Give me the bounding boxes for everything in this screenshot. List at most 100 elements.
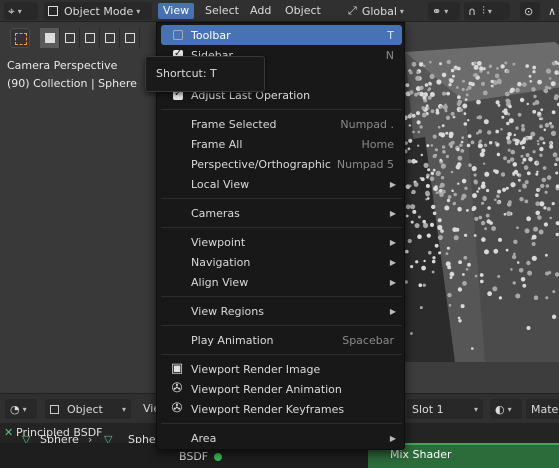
shortcut-label: Home bbox=[361, 137, 394, 151]
snap-icon: ⫶ bbox=[482, 4, 485, 17]
select-intersect-button[interactable] bbox=[120, 28, 140, 48]
menu-item-play-animation[interactable]: Play Animation Spacebar bbox=[161, 330, 402, 350]
viewport-3d-icon: ⌖ bbox=[8, 3, 15, 18]
menu-item-viewport-render-image[interactable]: ▣ Viewport Render Image bbox=[161, 359, 402, 379]
menu-object[interactable]: Object bbox=[280, 3, 326, 19]
menu-item-label: Cameras bbox=[191, 206, 240, 220]
select-invert-button[interactable] bbox=[100, 28, 120, 48]
menu-separator bbox=[161, 109, 402, 110]
menu-item-perspective-orthographic[interactable]: Perspective/Orthographic Numpad 5 bbox=[161, 154, 402, 174]
render-image-icon: ▣ bbox=[170, 361, 184, 376]
toolbar-checkbox[interactable] bbox=[173, 30, 183, 40]
menu-item-label: Local View bbox=[191, 177, 250, 191]
menu-item-view-regions[interactable]: View Regions ▶ bbox=[161, 301, 402, 321]
menu-item-label: Area bbox=[191, 431, 217, 445]
square-icon bbox=[44, 33, 55, 43]
menu-separator bbox=[161, 296, 402, 297]
shortcut-label: Spacebar bbox=[342, 333, 394, 347]
pivot-point-button[interactable]: ⚭ ▾ bbox=[428, 2, 460, 20]
object-icon bbox=[50, 404, 59, 414]
square-icon bbox=[124, 33, 135, 43]
link-icon: ⚭ bbox=[432, 4, 442, 18]
tooltip-text: Shortcut: T bbox=[156, 67, 217, 80]
material-sphere-icon: ◐ bbox=[495, 402, 505, 416]
chevron-down-icon: ▾ bbox=[487, 6, 492, 16]
menu-separator bbox=[161, 354, 402, 355]
mode-selector[interactable]: Object Mode ▾ bbox=[44, 2, 152, 20]
tool-header-row bbox=[0, 24, 160, 52]
menu-view[interactable]: View bbox=[158, 3, 195, 19]
menu-item-area[interactable]: Area ▶ bbox=[161, 428, 402, 448]
square-icon bbox=[104, 33, 115, 43]
menu-item-viewpoint[interactable]: Viewpoint ▶ bbox=[161, 232, 402, 252]
submenu-arrow-icon: ▶ bbox=[389, 179, 396, 189]
circle-dot-icon: ⊙ bbox=[524, 4, 534, 18]
menu-item-viewport-render-keyframes[interactable]: ✇ Viewport Render Keyframes bbox=[161, 399, 402, 419]
orientation-label: Global bbox=[361, 4, 397, 18]
falloff-icon: ∧ bbox=[548, 4, 557, 18]
shortcut-label: T bbox=[387, 28, 394, 42]
falloff-button[interactable]: ∧ bbox=[544, 2, 559, 20]
menu-item-label: Toolbar bbox=[191, 28, 231, 42]
menu-item-navigation[interactable]: Navigation ▶ bbox=[161, 252, 402, 272]
menu-item-label: Perspective/Orthographic bbox=[191, 157, 331, 171]
menu-item-label: View Regions bbox=[191, 304, 264, 318]
menu-item-label: Align View bbox=[191, 275, 249, 289]
select-extend-button[interactable] bbox=[60, 28, 80, 48]
object-mode-icon bbox=[48, 6, 58, 16]
shortcut-label: N bbox=[385, 48, 394, 62]
material-browse-button[interactable]: ◐ ▾ bbox=[490, 399, 522, 419]
submenu-arrow-icon: ▶ bbox=[389, 237, 396, 247]
chevron-down-icon: ▾ bbox=[22, 404, 27, 414]
menu-item-label: Play Animation bbox=[191, 333, 274, 347]
menu-item-label: Viewpoint bbox=[191, 235, 246, 249]
menu-add[interactable]: Add bbox=[245, 3, 276, 19]
menu-separator bbox=[161, 198, 402, 199]
selection-mode-group bbox=[40, 28, 140, 48]
viewport-header: ⌖ ▾ Object Mode ▾ View Select Add Object … bbox=[0, 0, 559, 22]
menu-item-frame-selected[interactable]: Frame Selected Numpad . bbox=[161, 114, 402, 134]
material-name-field[interactable]: Mater bbox=[526, 399, 559, 419]
snapping-button[interactable]: ∩ ⫶ ▾ bbox=[464, 2, 510, 20]
viewport-info-line-1: Camera Perspective bbox=[7, 59, 118, 72]
node-group-icon: ✕ bbox=[4, 426, 14, 439]
slot-label: Slot 1 bbox=[412, 402, 444, 416]
chevron-down-icon: ▾ bbox=[399, 6, 404, 16]
square-icon bbox=[64, 33, 75, 43]
slot-selector[interactable]: Slot 1 ▾ bbox=[407, 399, 483, 419]
render-keyframes-icon: ✇ bbox=[171, 401, 183, 416]
menu-item-local-view[interactable]: Local View ▶ bbox=[161, 174, 402, 194]
transform-orientation-selector[interactable]: ⤢ Global ▾ bbox=[344, 2, 420, 20]
menu-item-frame-all[interactable]: Frame All Home bbox=[161, 134, 402, 154]
select-subtract-button[interactable] bbox=[80, 28, 100, 48]
scene-geometry bbox=[395, 42, 559, 362]
menu-item-cameras[interactable]: Cameras ▶ bbox=[161, 203, 402, 223]
menu-item-label: Viewport Render Image bbox=[191, 362, 321, 376]
node-editor-type-button[interactable]: ◔ ▾ bbox=[5, 399, 37, 419]
chevron-down-icon: ▾ bbox=[121, 404, 126, 414]
bsdf-output-socket[interactable] bbox=[214, 453, 222, 461]
material-name-label: Mater bbox=[531, 402, 559, 416]
menu-select[interactable]: Select bbox=[200, 3, 244, 19]
submenu-arrow-icon: ▶ bbox=[389, 277, 396, 287]
menu-item-align-view[interactable]: Align View ▶ bbox=[161, 272, 402, 292]
proportional-editing-button[interactable]: ⊙ bbox=[520, 2, 540, 20]
chevron-down-icon: ▾ bbox=[444, 6, 449, 16]
shader-type-label: Object bbox=[67, 402, 103, 416]
submenu-arrow-icon: ▶ bbox=[389, 433, 396, 443]
shortcut-tooltip: Shortcut: T bbox=[145, 56, 265, 92]
select-new-button[interactable] bbox=[40, 28, 60, 48]
editor-type-button[interactable]: ⌖ ▾ bbox=[4, 2, 38, 20]
orientation-icon: ⤢ bbox=[348, 4, 357, 17]
menu-item-toolbar[interactable]: Toolbar T bbox=[161, 25, 402, 45]
menu-separator bbox=[161, 325, 402, 326]
menu-item-label: Frame All bbox=[191, 137, 243, 151]
select-box-tool-button[interactable] bbox=[10, 28, 30, 48]
submenu-arrow-icon: ▶ bbox=[389, 208, 396, 218]
menu-item-viewport-render-animation[interactable]: ✇ Viewport Render Animation bbox=[161, 379, 402, 399]
shader-type-selector[interactable]: Object ▾ bbox=[45, 399, 131, 419]
shortcut-label: Numpad 5 bbox=[336, 157, 394, 171]
menu-item-label: Viewport Render Animation bbox=[191, 382, 342, 396]
menu-item-label: Navigation bbox=[191, 255, 251, 269]
bsdf-output-label: BSDF bbox=[179, 450, 209, 463]
